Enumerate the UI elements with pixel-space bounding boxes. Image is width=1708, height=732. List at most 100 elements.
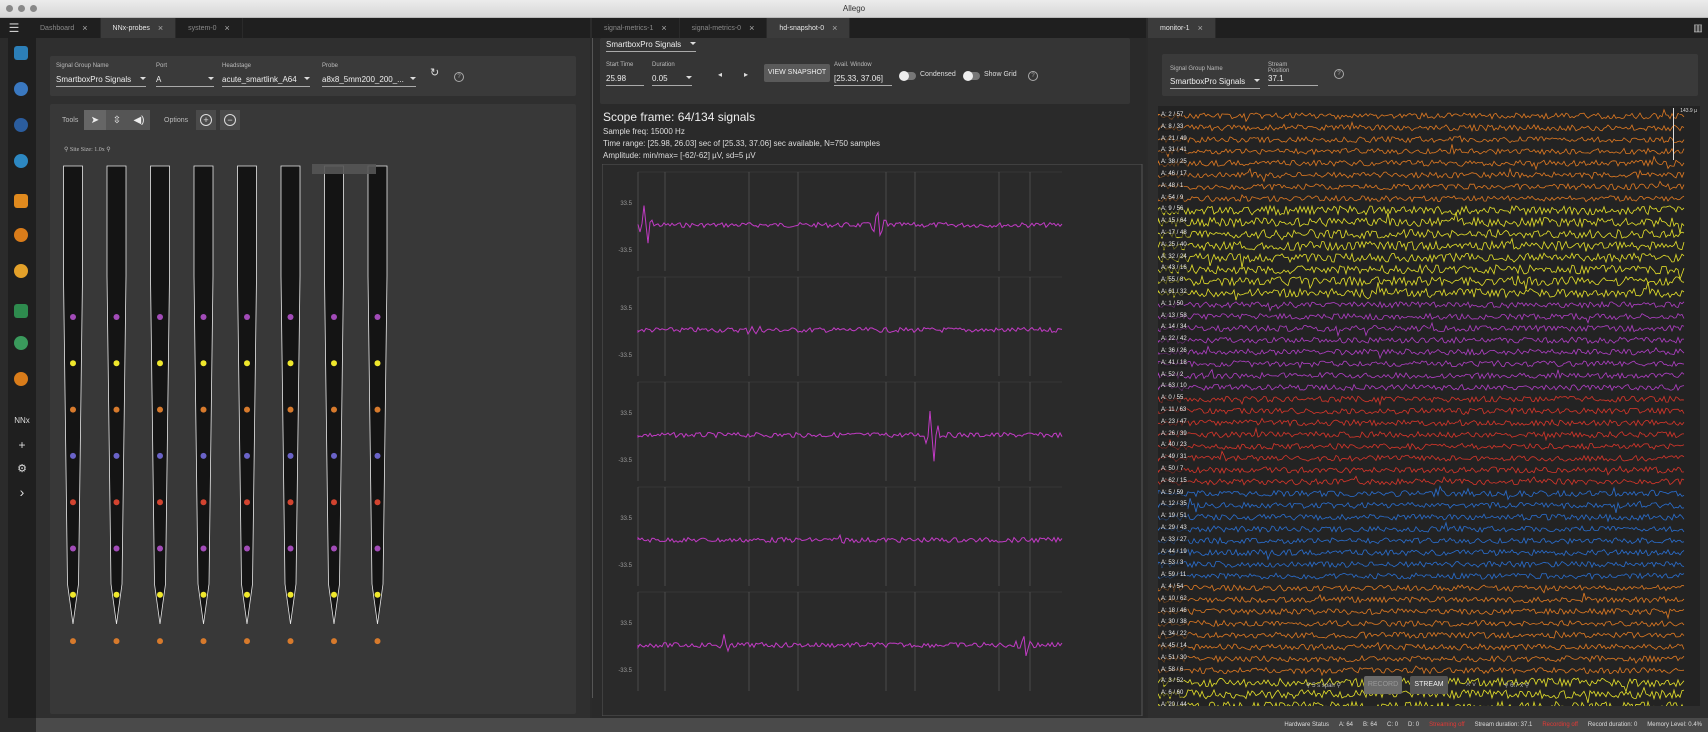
port-select[interactable]: A	[156, 75, 214, 87]
channel-trace[interactable]	[1158, 135, 1685, 144]
close-icon[interactable]: ×	[225, 23, 230, 33]
electrode-site[interactable]	[331, 545, 337, 552]
electrode-site[interactable]	[244, 406, 250, 413]
electrode-site[interactable]	[287, 591, 294, 598]
scroll-arrows[interactable]: ˄ ˅	[1466, 682, 1476, 689]
electrode-site[interactable]	[113, 314, 120, 320]
start-time-input[interactable]: 25.98	[606, 74, 644, 86]
step-back-icon[interactable]: ◂	[718, 70, 722, 79]
zoom-out-button[interactable]: −	[220, 110, 240, 130]
channel-trace[interactable]	[1158, 629, 1685, 640]
channel-trace[interactable]	[1158, 513, 1685, 523]
step-forward-icon[interactable]: ▸	[744, 70, 748, 79]
electrode-site[interactable]	[331, 452, 337, 459]
electrode-site[interactable]	[157, 406, 163, 413]
channel-trace[interactable]	[1158, 450, 1685, 463]
electrode-site[interactable]	[287, 499, 294, 506]
tab-mid-2[interactable]: hd-snapshot-0 ×	[767, 18, 851, 38]
channel-trace[interactable]	[1158, 548, 1685, 561]
channel-trace[interactable]	[1158, 607, 1685, 620]
tab-right-0[interactable]: monitor-1 ×	[1148, 18, 1216, 38]
amp-zoom-control[interactable]: ⚲ 6.7 x ⚲	[1504, 682, 1529, 689]
probe-shank[interactable]	[193, 165, 214, 625]
channel-trace[interactable]	[1158, 592, 1685, 604]
pointer-tool-icon[interactable]: ➤	[84, 110, 106, 130]
close-icon[interactable]: ×	[832, 23, 837, 33]
electrode-site[interactable]	[113, 545, 120, 552]
channel-trace[interactable]	[1158, 108, 1685, 123]
electrode-site[interactable]	[200, 452, 207, 459]
range-tool-icon[interactable]: ⇳	[106, 110, 128, 130]
channel-trace[interactable]	[1158, 345, 1685, 360]
channel-trace[interactable]	[1158, 465, 1685, 476]
electrode-site[interactable]	[331, 406, 337, 413]
channel-trace[interactable]	[1158, 167, 1685, 183]
app-icon-6[interactable]	[14, 228, 28, 242]
channel-trace[interactable]	[1158, 426, 1684, 442]
electrode-site[interactable]	[244, 452, 250, 459]
probe-select[interactable]: a8x8_5mm200_200_...	[322, 75, 416, 87]
electrode-site[interactable]	[287, 406, 294, 413]
channel-trace[interactable]	[1158, 237, 1685, 252]
electrode-site[interactable]	[374, 545, 381, 552]
panel-divider[interactable]	[592, 38, 593, 698]
magnify-plus-icon[interactable]: ⚲	[1336, 683, 1340, 689]
sidebar-nnx-label[interactable]: NNx	[8, 416, 36, 425]
electrode-site[interactable]	[331, 638, 337, 645]
electrode-site[interactable]	[113, 638, 120, 645]
app-icon-1[interactable]	[14, 46, 28, 60]
help-icon[interactable]: ?	[454, 72, 464, 82]
electrode-site[interactable]	[331, 360, 337, 367]
refresh-icon[interactable]: ↻	[430, 66, 439, 79]
chevron-right-icon[interactable]: ›	[8, 484, 36, 500]
electrode-site[interactable]	[374, 452, 381, 459]
zoom-in-button[interactable]: +	[196, 110, 216, 130]
channel-trace[interactable]	[1158, 194, 1685, 203]
electrode-site[interactable]	[374, 591, 381, 598]
close-icon[interactable]: ×	[158, 23, 163, 33]
electrode-site[interactable]	[70, 638, 76, 645]
channel-trace[interactable]	[1158, 438, 1685, 451]
channel-trace[interactable]	[1158, 263, 1685, 281]
probe-shank[interactable]	[367, 165, 388, 625]
electrode-site[interactable]	[70, 360, 76, 367]
channel-trace[interactable]	[1158, 536, 1685, 545]
help-icon[interactable]: ?	[1334, 69, 1344, 79]
panel-layout-icon[interactable]: ▥	[1688, 18, 1708, 38]
magnify-minus-icon[interactable]: ⚲	[1504, 683, 1508, 689]
electrode-site[interactable]	[157, 314, 163, 320]
electrode-site[interactable]	[70, 591, 76, 598]
electrode-site[interactable]	[374, 638, 381, 645]
channel-trace[interactable]	[1158, 521, 1685, 533]
channel-trace[interactable]	[1158, 274, 1685, 290]
electrode-site[interactable]	[200, 591, 207, 598]
electrode-site[interactable]	[244, 638, 250, 645]
probe-view-toolbar[interactable]	[312, 164, 376, 174]
magnify-minus-icon[interactable]: ⚲	[64, 147, 68, 153]
close-icon[interactable]: ×	[82, 23, 87, 33]
app-icon-z[interactable]	[14, 264, 28, 278]
electrode-site[interactable]	[244, 591, 250, 598]
channel-trace[interactable]	[1158, 368, 1685, 380]
add-icon[interactable]: +	[8, 438, 36, 452]
electrode-site[interactable]	[70, 406, 76, 413]
app-icon-vs[interactable]	[14, 304, 28, 318]
show-grid-toggle[interactable]	[963, 71, 980, 81]
channel-trace[interactable]	[1158, 281, 1685, 301]
electrode-site[interactable]	[200, 638, 207, 645]
probe-shank[interactable]	[63, 165, 83, 625]
tab-left-1[interactable]: NNx-probes ×	[100, 18, 177, 38]
electrode-site[interactable]	[200, 499, 207, 506]
electrode-site[interactable]	[244, 499, 250, 506]
close-dot[interactable]	[6, 5, 13, 12]
channel-trace[interactable]	[1158, 572, 1685, 580]
electrode-site[interactable]	[331, 314, 337, 320]
electrode-site[interactable]	[374, 406, 381, 413]
app-icon-4[interactable]	[14, 154, 28, 168]
electrode-site[interactable]	[70, 499, 76, 506]
electrode-site[interactable]	[287, 314, 294, 320]
headstage-select[interactable]: acute_smartlink_A64	[222, 75, 310, 87]
channel-trace[interactable]	[1158, 584, 1685, 594]
chevron-up-icon[interactable]: ˄	[1466, 682, 1470, 689]
electrode-site[interactable]	[287, 638, 294, 645]
